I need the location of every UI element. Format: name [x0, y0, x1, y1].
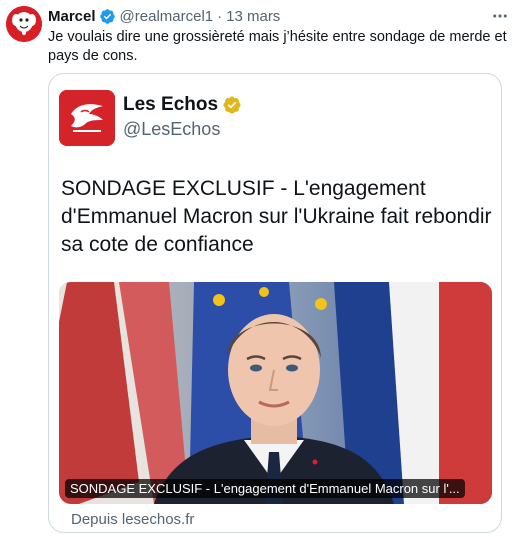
tweet-header: Marcel @realmarcel1 · 13 mars — [48, 6, 510, 26]
source-link[interactable]: Depuis lesechos.fr — [71, 511, 194, 528]
quoted-author-name-text: Les Echos — [123, 94, 219, 115]
author-handle[interactable]: @realmarcel1 — [120, 8, 214, 25]
author-name[interactable]: Marcel — [48, 8, 96, 25]
article-photo[interactable]: SONDAGE EXCLUSIF - L'engagement d'Emmanu… — [59, 282, 492, 504]
more-horizontal-icon[interactable] — [490, 6, 510, 26]
portrait-photo — [59, 282, 492, 504]
separator-dot: · — [217, 7, 223, 25]
user-avatar[interactable] — [6, 6, 42, 42]
lesechos-logo-avatar[interactable] — [59, 90, 115, 146]
quoted-tweet-text: SONDAGE EXCLUSIF - L'engagement d'Emmanu… — [61, 177, 492, 256]
tweet-timestamp[interactable]: 13 mars — [226, 8, 280, 25]
quoted-tweet-card[interactable]: Les Echos @LesEchos SONDAGE EXCLUSIF - L… — [48, 73, 502, 533]
verified-badge-icon — [99, 8, 115, 24]
quoted-author-name[interactable]: Les Echos — [123, 94, 242, 116]
media-caption: SONDAGE EXCLUSIF - L'engagement d'Emmanu… — [65, 479, 465, 498]
gold-verified-badge-icon — [223, 96, 241, 114]
quoted-author-handle[interactable]: @LesEchos — [123, 119, 220, 140]
tweet-text: Je voulais dire une grossièreté mais j’h… — [48, 29, 507, 64]
